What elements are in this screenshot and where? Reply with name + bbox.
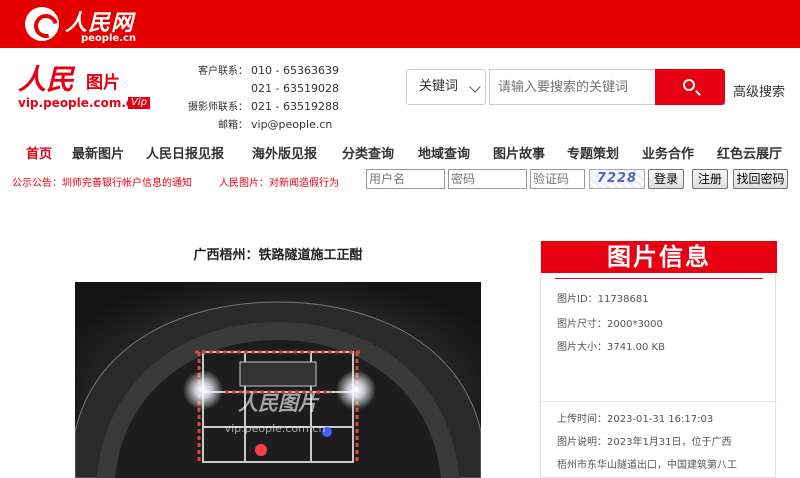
contact-row: 摄影师联系： 021 - 63519288: [178, 98, 348, 116]
nav-item-latest[interactable]: 最新图片: [72, 143, 124, 162]
search-button[interactable]: [655, 69, 725, 105]
recover-password-button[interactable]: 找回密码: [733, 169, 788, 189]
nav-item-stories[interactable]: 图片故事: [493, 143, 545, 162]
info-value: 3741.00 KB: [607, 342, 665, 353]
nav-item-category[interactable]: 分类查询: [342, 143, 394, 162]
nav-item-topics[interactable]: 专题策划: [567, 143, 619, 162]
captcha-image[interactable]: 7228: [589, 169, 645, 189]
photo-info-header: 图片信息: [541, 241, 777, 273]
contact-label: 摄影师联系：: [188, 102, 248, 113]
vip-brand-logo[interactable]: 人民 图片 vip.people.com.cn Vip: [18, 60, 158, 112]
password-input[interactable]: [448, 169, 527, 189]
username-input[interactable]: [366, 169, 445, 189]
info-label: 图片ID：: [557, 294, 598, 305]
logo-en-text: people.cn: [81, 33, 137, 44]
info-row-caption-cont: 梧州市东华山隧道出口，中国建筑第八工: [557, 459, 737, 473]
article-photo[interactable]: 人民图片 vip.people.com.cn: [75, 282, 481, 478]
info-row-id: 图片ID：11738681: [557, 293, 649, 307]
info-row-caption: 图片说明：2023年1月31日，位于广西: [557, 436, 732, 450]
people-logo-icon: [25, 7, 59, 41]
photo-watermark-en: vip.people.com.cn: [225, 422, 326, 435]
contact-row: 客户联系： 010 - 65363639: [178, 62, 348, 80]
chevron-down-icon: [469, 81, 481, 93]
nav-item-region[interactable]: 地域查询: [418, 143, 470, 162]
contact-email[interactable]: vip@people.cn: [251, 118, 332, 131]
top-banner: 人民网 people.cn: [0, 0, 800, 48]
search-type-value: 关键词: [419, 79, 459, 94]
photo-watermark-cn: 人民图片: [238, 391, 320, 415]
captcha-input[interactable]: [530, 169, 585, 189]
nav-item-business[interactable]: 业务合作: [642, 143, 694, 162]
search-type-select[interactable]: 关键词: [406, 69, 486, 105]
tunnel-photo-svg: 人民图片 vip.people.com.cn: [75, 282, 481, 478]
notice-text: 对新闻造假行为: [269, 178, 339, 189]
info-separator: [541, 401, 777, 402]
info-label: 图片大小：: [557, 342, 607, 353]
info-label: 图片说明：: [557, 437, 607, 448]
info-value: 2000*3000: [607, 319, 663, 330]
brand-cn-main: 人民: [18, 63, 75, 96]
notice-text: 圳师完善银行帐户信息的通知: [62, 178, 192, 189]
nav-item-red-cloud[interactable]: 红色云展厅: [717, 143, 782, 162]
contact-info: 客户联系： 010 - 65363639 021 - 63519028 摄影师联系…: [178, 62, 348, 134]
nav-item-home[interactable]: 首页: [26, 143, 52, 162]
notice-announcement[interactable]: 公示公告：圳师完善银行帐户信息的通知: [12, 174, 192, 189]
info-value: 2023年1月31日，位于广西: [607, 437, 732, 448]
brand-domain: vip.people.com.cn: [18, 96, 142, 110]
notice-prefix: 公示公告：: [12, 178, 62, 189]
notice-people-photo[interactable]: 人民图片：对新闻造假行为: [219, 174, 339, 189]
contact-value: 021 - 63519028: [251, 82, 339, 95]
contact-value: 010 - 65363639: [251, 64, 339, 77]
info-value: 11738681: [597, 294, 649, 305]
photo-info-title: 图片信息: [607, 243, 711, 271]
info-row-filesize: 图片大小：3741.00 KB: [557, 341, 665, 355]
info-value: 梧州市东华山隧道出口，中国建筑第八工: [557, 460, 737, 471]
photo-info-panel: 图片信息 图片ID：11738681 图片尺寸：2000*3000 图片大小：3…: [540, 241, 777, 478]
notice-prefix: 人民图片：: [219, 178, 269, 189]
info-divider: [555, 278, 763, 279]
info-label: 图片尺寸：: [557, 319, 607, 330]
brand-cn-sub: 图片: [86, 73, 120, 93]
login-button[interactable]: 登录: [648, 169, 684, 189]
nav-item-overseas[interactable]: 海外版见报: [252, 143, 317, 162]
info-row-size: 图片尺寸：2000*3000: [557, 318, 663, 332]
info-label: 上传时间：: [557, 414, 607, 425]
contact-label: 邮箱：: [218, 120, 248, 131]
article-title: 广西梧州：铁路隧道施工正酣: [193, 248, 363, 263]
vip-badge: Vip: [128, 97, 150, 109]
search-icon: [683, 79, 695, 91]
advanced-search-link[interactable]: 高级搜索: [733, 81, 785, 100]
people-cn-logo[interactable]: 人民网 people.cn: [25, 5, 137, 45]
contact-value: 021 - 63519288: [251, 100, 339, 113]
info-row-upload-time: 上传时间：2023-01-31 16:17:03: [557, 413, 713, 427]
contact-label: 客户联系：: [198, 66, 248, 77]
search-input[interactable]: [489, 69, 655, 105]
register-button[interactable]: 注册: [692, 169, 728, 189]
contact-row: 邮箱： vip@people.cn: [178, 116, 348, 134]
info-value: 2023-01-31 16:17:03: [607, 414, 714, 425]
nav-item-peoples-daily[interactable]: 人民日报见报: [146, 143, 224, 162]
contact-row: 021 - 63519028: [178, 80, 348, 98]
